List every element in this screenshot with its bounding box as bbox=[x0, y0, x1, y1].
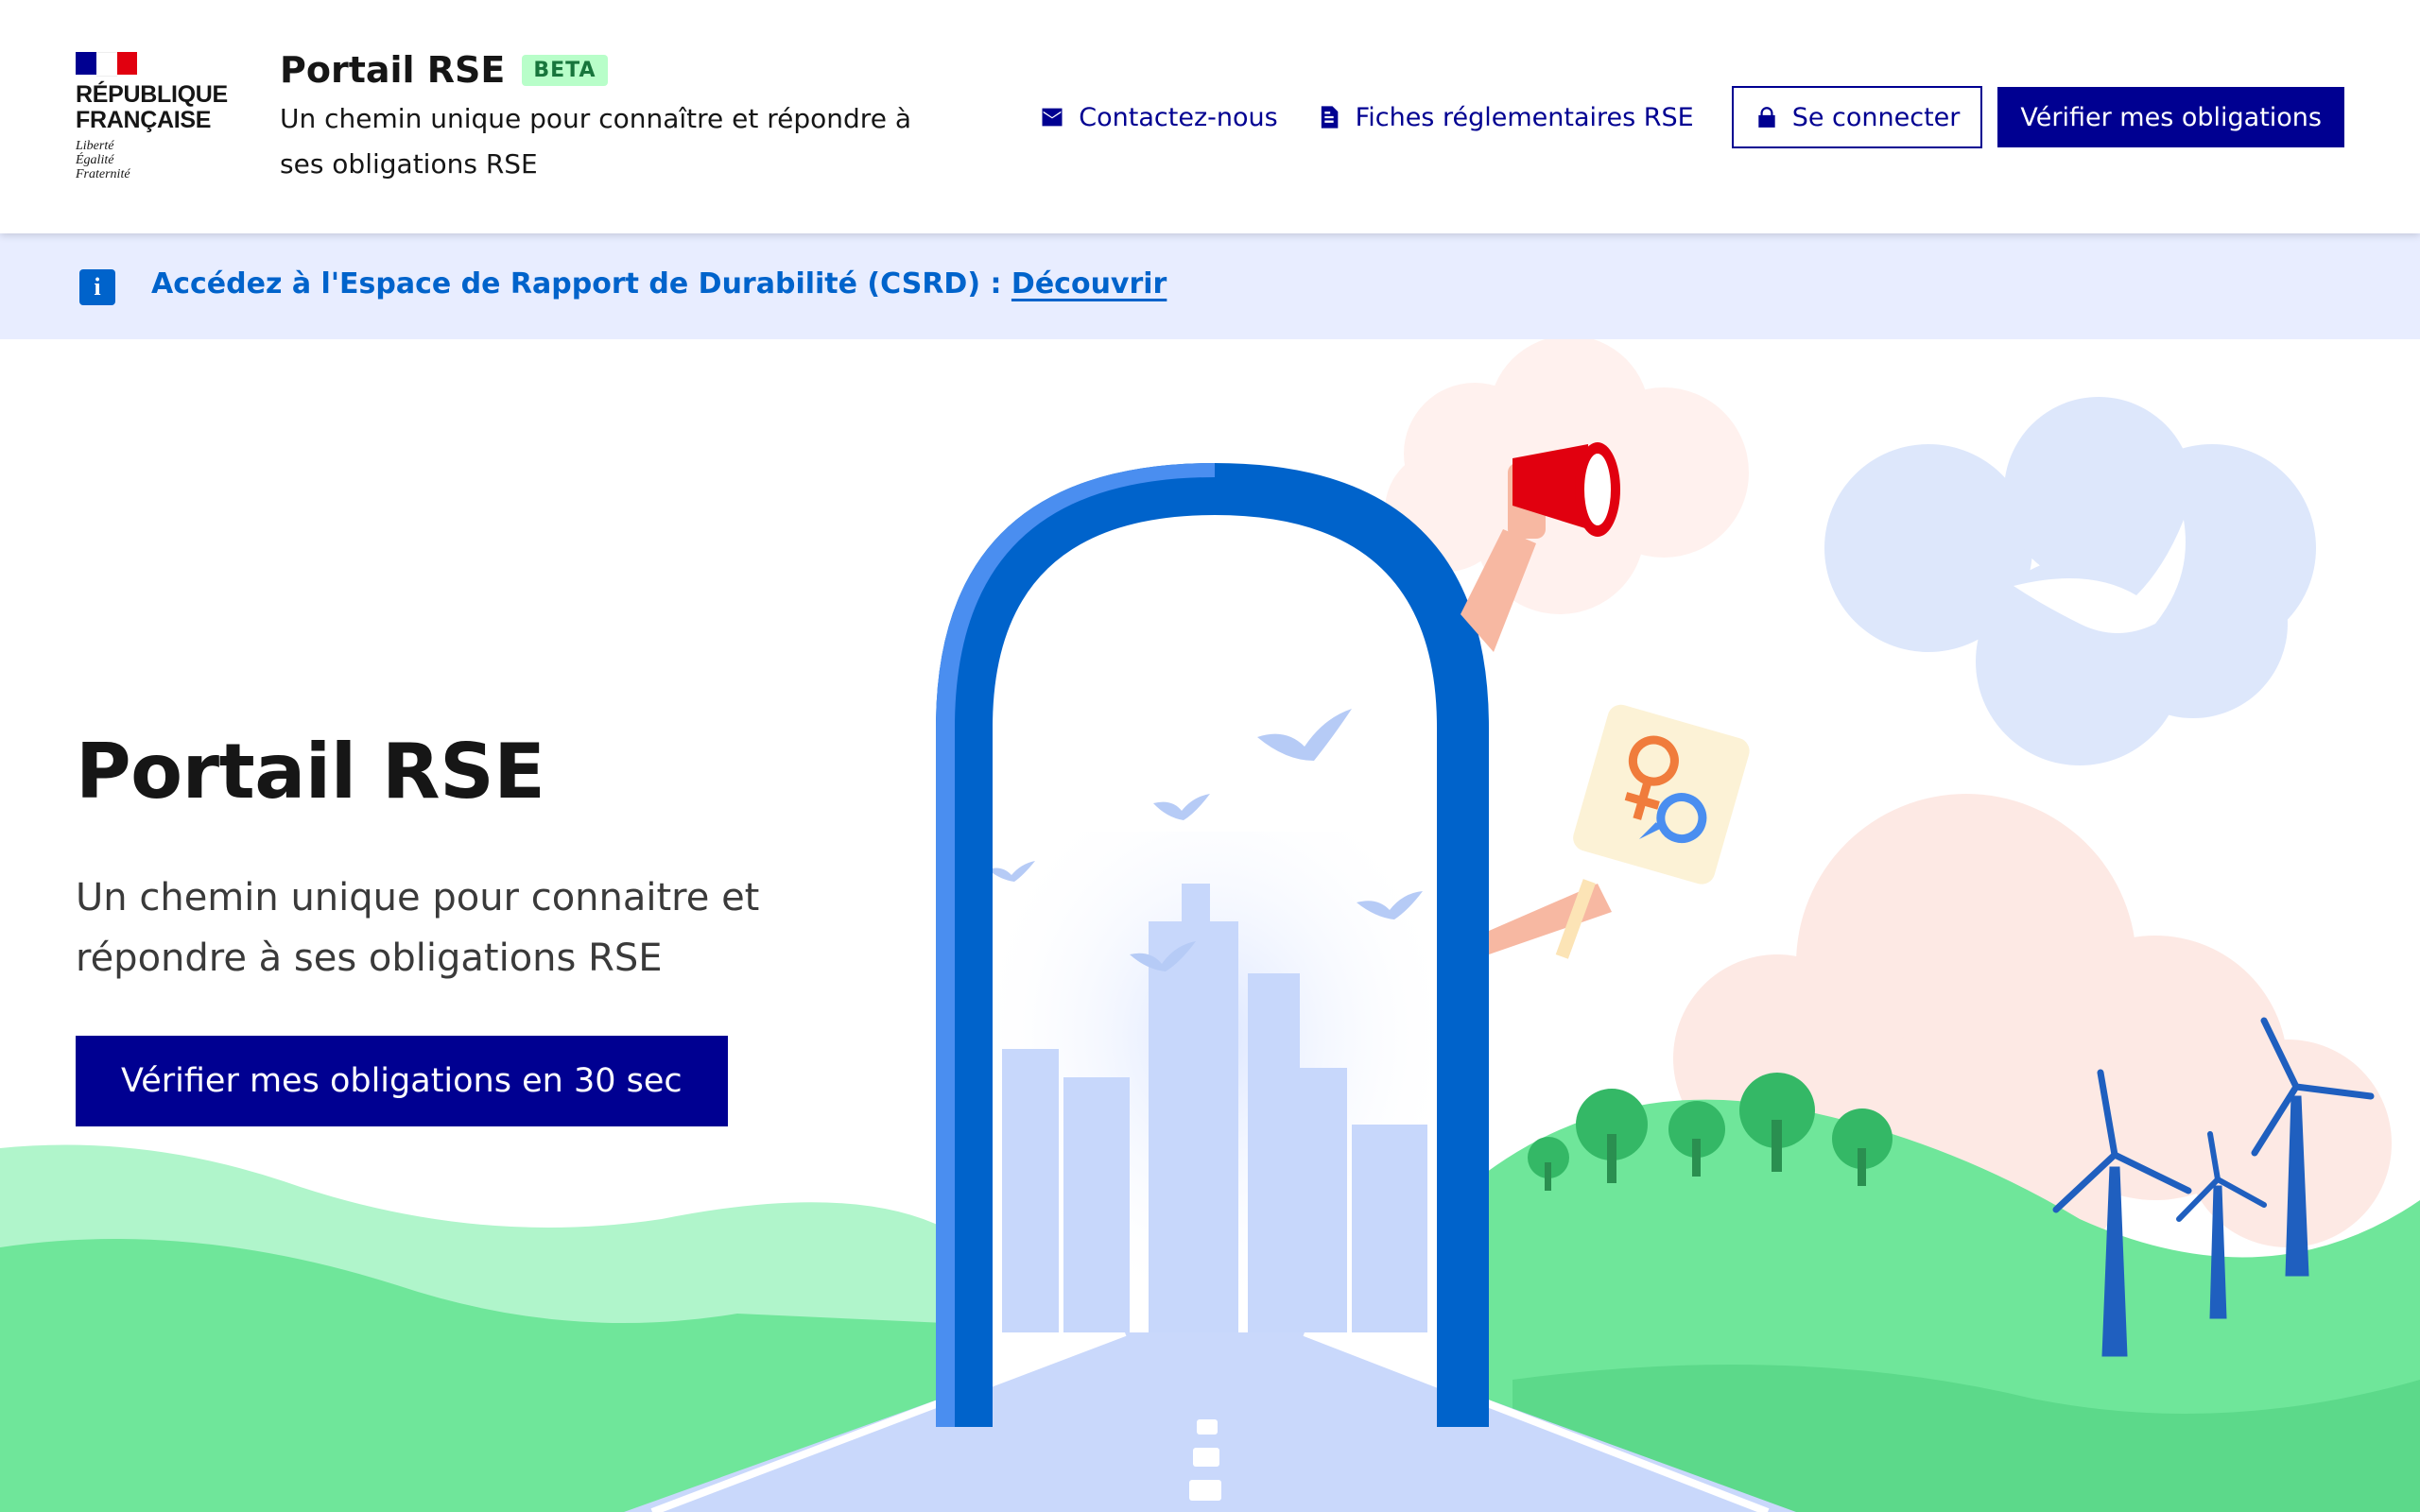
republique-motto: Liberté Égalité Fraternité bbox=[76, 139, 130, 181]
header-tools: Contactez-nous Fiches réglementaires RSE… bbox=[1020, 86, 2344, 148]
fiches-label: Fiches réglementaires RSE bbox=[1355, 102, 1694, 132]
republique-francaise-logo[interactable]: RÉPUBLIQUE FRANÇAISE Liberté Égalité Fra… bbox=[76, 52, 228, 181]
notice-discover-link[interactable]: Découvrir bbox=[1011, 267, 1167, 301]
contact-link[interactable]: Contactez-nous bbox=[1020, 87, 1296, 147]
marianne-flag-icon bbox=[76, 52, 137, 77]
hero-cta-button[interactable]: Vérifier mes obligations en 30 sec bbox=[76, 1036, 728, 1126]
file-icon bbox=[1321, 106, 1339, 129]
site-header: RÉPUBLIQUE FRANÇAISE Liberté Égalité Fra… bbox=[0, 0, 2420, 233]
beta-badge: BETA bbox=[522, 54, 608, 86]
republique-francaise-name: RÉPUBLIQUE FRANÇAISE bbox=[76, 81, 228, 133]
arm-sign bbox=[1489, 884, 1612, 954]
hero-subtitle: Un chemin unique pour connaitre et répon… bbox=[76, 876, 760, 980]
notice-banner: i Accédez à l'Espace de Rapport de Durab… bbox=[0, 233, 2420, 339]
site-name: Portail RSE bbox=[280, 49, 506, 91]
contact-label: Contactez-nous bbox=[1079, 102, 1278, 132]
lock-icon bbox=[1758, 107, 1775, 128]
fiches-link[interactable]: Fiches réglementaires RSE bbox=[1297, 87, 1713, 147]
site-title[interactable]: Portail RSE BETA bbox=[280, 49, 608, 91]
verify-obligations-button[interactable]: Vérifier mes obligations bbox=[1997, 87, 2344, 147]
info-icon: i bbox=[79, 269, 115, 305]
hero-title: Portail RSE bbox=[76, 728, 545, 816]
gender-sign-icon bbox=[1573, 704, 1750, 885]
notice-text: Accédez à l'Espace de Rapport de Durabil… bbox=[151, 267, 1167, 301]
mail-icon bbox=[1042, 108, 1063, 127]
notice-message: Accédez à l'Espace de Rapport de Durabil… bbox=[151, 267, 1011, 301]
login-label: Se connecter bbox=[1791, 102, 1961, 132]
login-button[interactable]: Se connecter bbox=[1731, 86, 1983, 148]
site-tagline: Un chemin unique pour connaître et répon… bbox=[280, 103, 911, 180]
